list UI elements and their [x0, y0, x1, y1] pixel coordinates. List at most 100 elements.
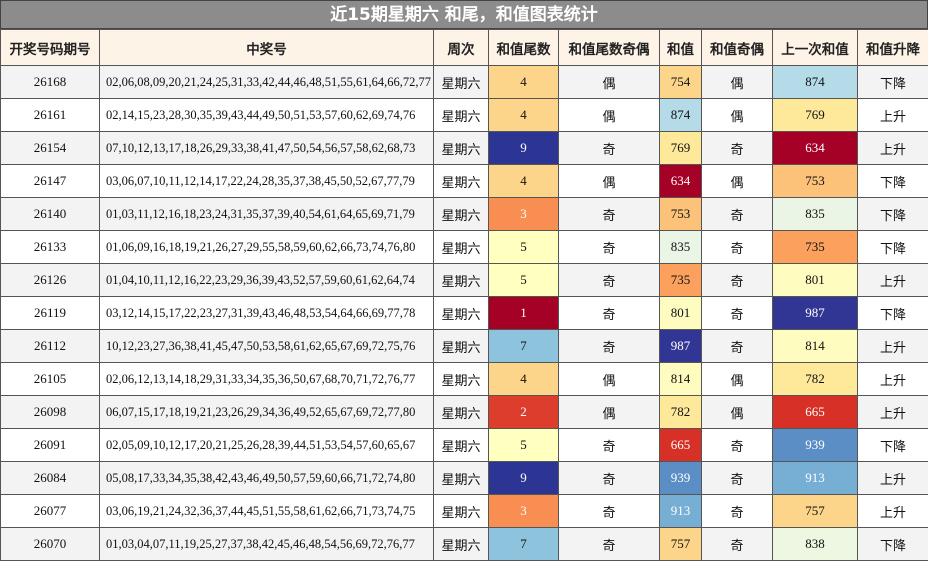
tail-parity-cell: 奇 [559, 198, 660, 231]
tail-parity-cell: 奇 [559, 462, 660, 495]
tail-cell: 3 [489, 198, 559, 231]
tail-parity-cell: 奇 [559, 231, 660, 264]
tail-cell: 9 [489, 462, 559, 495]
sum-parity-cell: 奇 [702, 264, 773, 297]
stats-page: 近15期星期六 和尾，和值图表统计 开奖号码期号 中奖号 周次 和值尾数 和值尾… [0, 0, 928, 559]
numbers-cell: 03,06,19,21,24,32,36,37,44,45,51,55,58,6… [100, 495, 434, 528]
table-row: 2610502,06,12,13,14,18,29,31,33,34,35,36… [1, 363, 928, 396]
numbers-cell: 01,03,11,12,16,18,23,24,31,35,37,39,40,5… [100, 198, 434, 231]
header-tail: 和值尾数 [489, 30, 559, 66]
prev-sum-cell: 874 [773, 66, 858, 99]
prev-sum-cell: 987 [773, 297, 858, 330]
trend-cell: 下降 [858, 66, 928, 99]
weekday-cell: 星期六 [434, 231, 489, 264]
prev-sum-cell: 913 [773, 462, 858, 495]
tail-parity-cell: 奇 [559, 330, 660, 363]
table-title: 近15期星期六 和尾，和值图表统计 [0, 0, 928, 29]
period-cell: 26147 [1, 165, 100, 198]
numbers-cell: 07,10,12,13,17,18,26,29,33,38,41,47,50,5… [100, 132, 434, 165]
tail-cell: 3 [489, 495, 559, 528]
sum-cell: 782 [660, 396, 702, 429]
weekday-cell: 星期六 [434, 198, 489, 231]
weekday-cell: 星期六 [434, 363, 489, 396]
sum-cell: 874 [660, 99, 702, 132]
sum-cell: 835 [660, 231, 702, 264]
tail-cell: 9 [489, 132, 559, 165]
table-row: 2607001,03,04,07,11,19,25,27,37,38,42,45… [1, 528, 928, 561]
weekday-cell: 星期六 [434, 396, 489, 429]
sum-parity-cell: 偶 [702, 99, 773, 132]
prev-sum-cell: 835 [773, 198, 858, 231]
numbers-cell: 02,06,08,09,20,21,24,25,31,33,42,44,46,4… [100, 66, 434, 99]
period-cell: 26140 [1, 198, 100, 231]
sum-parity-cell: 奇 [702, 231, 773, 264]
weekday-cell: 星期六 [434, 429, 489, 462]
tail-cell: 4 [489, 99, 559, 132]
weekday-cell: 星期六 [434, 462, 489, 495]
sum-parity-cell: 偶 [702, 66, 773, 99]
trend-cell: 上升 [858, 132, 928, 165]
trend-cell: 下降 [858, 165, 928, 198]
period-cell: 26112 [1, 330, 100, 363]
tail-parity-cell: 偶 [559, 165, 660, 198]
prev-sum-cell: 634 [773, 132, 858, 165]
period-cell: 26133 [1, 231, 100, 264]
prev-sum-cell: 782 [773, 363, 858, 396]
numbers-cell: 10,12,23,27,36,38,41,45,47,50,53,58,61,6… [100, 330, 434, 363]
numbers-cell: 01,06,09,16,18,19,21,26,27,29,55,58,59,6… [100, 231, 434, 264]
trend-cell: 上升 [858, 330, 928, 363]
trend-cell: 下降 [858, 297, 928, 330]
period-cell: 26070 [1, 528, 100, 561]
sum-parity-cell: 偶 [702, 363, 773, 396]
sum-parity-cell: 奇 [702, 528, 773, 561]
tail-cell: 5 [489, 264, 559, 297]
period-cell: 26098 [1, 396, 100, 429]
numbers-cell: 02,06,12,13,14,18,29,31,33,34,35,36,50,6… [100, 363, 434, 396]
header-period: 开奖号码期号 [1, 30, 100, 66]
period-cell: 26126 [1, 264, 100, 297]
tail-cell: 5 [489, 231, 559, 264]
sum-parity-cell: 奇 [702, 429, 773, 462]
table-row: 2608405,08,17,33,34,35,38,42,43,46,49,50… [1, 462, 928, 495]
header-numbers: 中奖号 [100, 30, 434, 66]
sum-cell: 913 [660, 495, 702, 528]
period-cell: 26168 [1, 66, 100, 99]
period-cell: 26091 [1, 429, 100, 462]
table-row: 2609102,05,09,10,12,17,20,21,25,26,28,39… [1, 429, 928, 462]
sum-parity-cell: 奇 [702, 198, 773, 231]
numbers-cell: 02,14,15,23,28,30,35,39,43,44,49,50,51,5… [100, 99, 434, 132]
tail-cell: 2 [489, 396, 559, 429]
sum-cell: 987 [660, 330, 702, 363]
sum-parity-cell: 偶 [702, 165, 773, 198]
sum-parity-cell: 奇 [702, 297, 773, 330]
trend-cell: 上升 [858, 462, 928, 495]
sum-cell: 665 [660, 429, 702, 462]
table-row: 2614703,06,07,10,11,12,14,17,22,24,28,35… [1, 165, 928, 198]
table-row: 2616102,14,15,23,28,30,35,39,43,44,49,50… [1, 99, 928, 132]
table-row: 2612601,04,10,11,12,16,22,23,29,36,39,43… [1, 264, 928, 297]
sum-parity-cell: 奇 [702, 132, 773, 165]
table-row: 2613301,06,09,16,18,19,21,26,27,29,55,58… [1, 231, 928, 264]
trend-cell: 上升 [858, 396, 928, 429]
weekday-cell: 星期六 [434, 132, 489, 165]
tail-parity-cell: 偶 [559, 396, 660, 429]
numbers-cell: 01,03,04,07,11,19,25,27,37,38,42,45,46,4… [100, 528, 434, 561]
weekday-cell: 星期六 [434, 264, 489, 297]
tail-parity-cell: 奇 [559, 495, 660, 528]
trend-cell: 上升 [858, 363, 928, 396]
sum-parity-cell: 奇 [702, 495, 773, 528]
stats-table: 开奖号码期号 中奖号 周次 和值尾数 和值尾数奇偶 和值 和值奇偶 上一次和值 … [0, 29, 928, 561]
table-row: 2611903,12,14,15,17,22,23,27,31,39,43,46… [1, 297, 928, 330]
tail-parity-cell: 偶 [559, 99, 660, 132]
sum-cell: 753 [660, 198, 702, 231]
prev-sum-cell: 753 [773, 165, 858, 198]
trend-cell: 上升 [858, 495, 928, 528]
tail-cell: 4 [489, 66, 559, 99]
tail-parity-cell: 偶 [559, 66, 660, 99]
table-row: 2607703,06,19,21,24,32,36,37,44,45,51,55… [1, 495, 928, 528]
period-cell: 26084 [1, 462, 100, 495]
period-cell: 26161 [1, 99, 100, 132]
tail-cell: 5 [489, 429, 559, 462]
trend-cell: 下降 [858, 528, 928, 561]
period-cell: 26154 [1, 132, 100, 165]
